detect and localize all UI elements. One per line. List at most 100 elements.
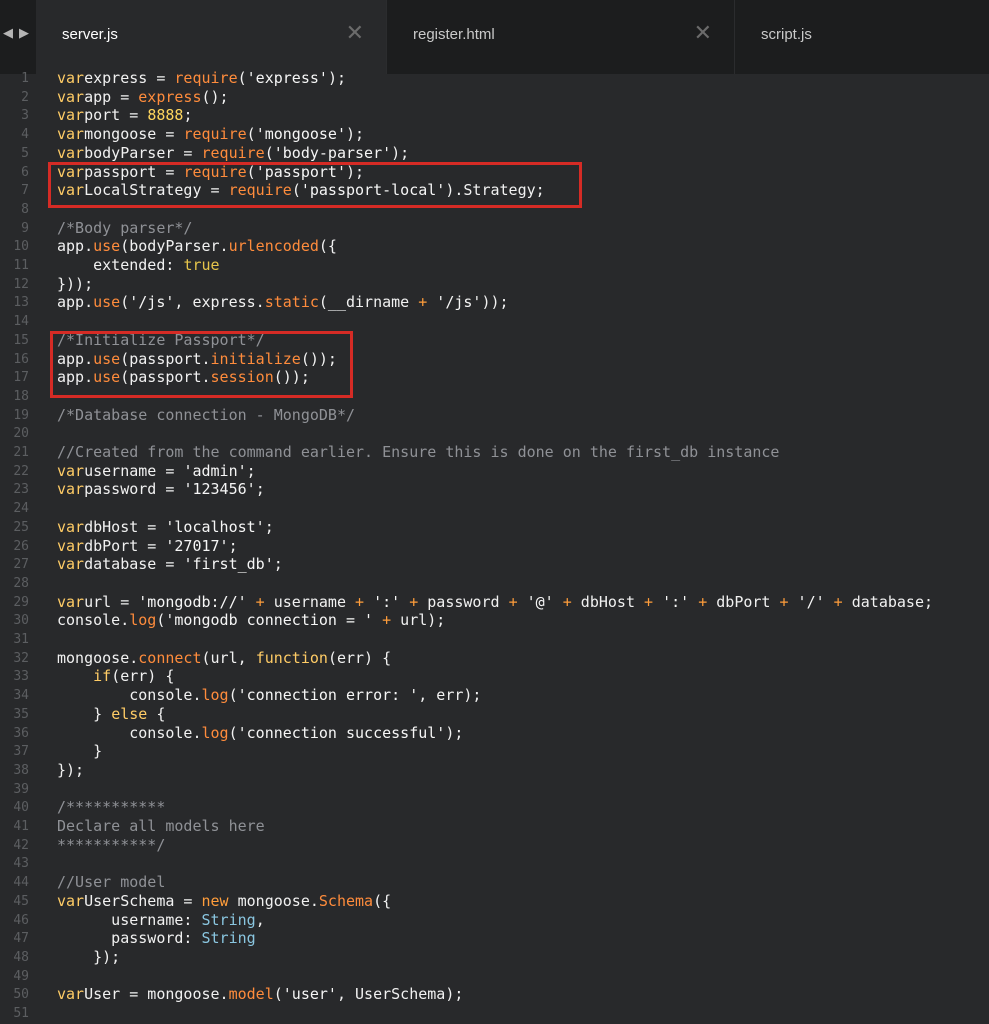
line-number: 40: [13, 800, 29, 816]
code-line[interactable]: 10 app.use(bodyParser.urlencoded({: [0, 237, 989, 256]
code-token: {: [147, 704, 166, 723]
tab-register-html[interactable]: register.html ✕: [386, 0, 734, 74]
close-icon[interactable]: ✕: [694, 23, 712, 45]
code-editor[interactable]: 1 varexpress = require('express'); 2 varapp…: [0, 69, 989, 1024]
code-line[interactable]: 26 vardbPort = '27017';: [0, 537, 989, 556]
line-number: 49: [13, 968, 29, 984]
code-token: database =: [84, 555, 184, 574]
line-number: 32: [13, 650, 29, 666]
code-line[interactable]: 42 ***********/: [0, 836, 989, 855]
code-line[interactable]: 32 mongoose.connect(url, function(err) {: [0, 649, 989, 668]
code-text: varUserSchema = new mongoose.Schema({: [57, 892, 391, 911]
code-token: log: [201, 723, 229, 742]
code-line[interactable]: 29 varurl = 'mongodb://' + username + ':'…: [0, 593, 989, 612]
code-token: username:: [57, 910, 202, 929]
code-line[interactable]: 19 /*Database connection - MongoDB*/: [0, 406, 989, 425]
code-text: app.use(bodyParser.urlencoded({: [57, 237, 337, 256]
code-line[interactable]: 31: [0, 630, 989, 649]
code-text: varusername = 'admin';: [57, 462, 256, 481]
code-token: 'admin': [183, 461, 247, 480]
highlight-box-passport-require: [48, 162, 582, 208]
line-number: 13: [13, 295, 29, 311]
tab-forward-arrow-icon[interactable]: ▶: [16, 26, 32, 41]
code-line[interactable]: 20: [0, 424, 989, 443]
code-line[interactable]: 49: [0, 967, 989, 986]
code-line[interactable]: 1 varexpress = require('express');: [0, 69, 989, 88]
code-line[interactable]: 5 varbodyParser = require('body-parser');: [0, 144, 989, 163]
code-line[interactable]: 30 console.log('mongodb connection = ' + …: [0, 611, 989, 630]
code-token: mongoose =: [84, 125, 184, 144]
code-token: );: [327, 69, 346, 87]
code-line[interactable]: 43: [0, 854, 989, 873]
code-token: 'localhost': [165, 517, 265, 536]
line-number: 42: [13, 837, 29, 853]
code-text: //User model: [57, 873, 165, 892]
code-line[interactable]: 48 });: [0, 948, 989, 967]
code-line[interactable]: 51: [0, 1004, 989, 1023]
code-line[interactable]: 50 varUser = mongoose.model('user', UserS…: [0, 985, 989, 1004]
code-text: } else {: [57, 705, 165, 724]
code-line[interactable]: 13 app.use('/js', express.static(__dirnam…: [0, 293, 989, 312]
code-line[interactable]: 12}));: [0, 275, 989, 294]
code-token: ;: [255, 480, 265, 499]
code-token: app.: [57, 237, 94, 256]
code-text: vardbHost = 'localhost';: [57, 518, 274, 537]
code-line[interactable]: 21 //Created from the command earlier. En…: [0, 443, 989, 462]
code-line[interactable]: 47 password: String: [0, 929, 989, 948]
close-icon[interactable]: ✕: [346, 23, 364, 45]
code-line[interactable]: 33 if(err) {: [0, 667, 989, 686]
code-line[interactable]: 3 varport = 8888;: [0, 106, 989, 125]
line-number: 34: [13, 688, 29, 704]
code-token: ,: [255, 910, 265, 929]
tab-label: script.js: [761, 26, 812, 43]
code-line[interactable]: 37 }: [0, 742, 989, 761]
tab-script-js[interactable]: script.js: [734, 0, 989, 74]
code-line[interactable]: 23 varpassword = '123456';: [0, 480, 989, 499]
code-line[interactable]: 36 console.log('connection successful');: [0, 724, 989, 743]
code-token: password =: [84, 480, 184, 499]
code-token: ({: [318, 237, 337, 256]
code-line[interactable]: 38});: [0, 761, 989, 780]
code-text: console.log('mongodb connection = ' + ur…: [57, 611, 445, 630]
code-line[interactable]: 44 //User model: [0, 873, 989, 892]
code-token: (: [120, 293, 130, 312]
code-line[interactable]: 39: [0, 780, 989, 799]
code-token: String: [201, 910, 256, 929]
code-token: port =: [84, 106, 148, 125]
code-line[interactable]: 46 username: String,: [0, 911, 989, 930]
code-token: new: [201, 891, 229, 910]
code-text: varmongoose = require('mongoose');: [57, 125, 364, 144]
code-line[interactable]: 35 } else {: [0, 705, 989, 724]
code-line[interactable]: 25 vardbHost = 'localhost';: [0, 518, 989, 537]
code-line[interactable]: 24: [0, 499, 989, 518]
code-line[interactable]: 45 varUserSchema = new mongoose.Schema({: [0, 892, 989, 911]
line-number: 38: [13, 762, 29, 778]
code-line[interactable]: 22 varusername = 'admin';: [0, 462, 989, 481]
code-token: ;: [246, 461, 256, 480]
tab-back-arrow-icon[interactable]: ◀: [0, 26, 16, 41]
code-line[interactable]: 14: [0, 312, 989, 331]
line-number: 35: [13, 706, 29, 722]
code-line[interactable]: 9 /*Body parser*/: [0, 219, 989, 238]
code-line[interactable]: 28: [0, 574, 989, 593]
tab-server-js[interactable]: server.js ✕: [36, 0, 386, 74]
code-line[interactable]: 2 varapp = express();: [0, 88, 989, 107]
code-text: extended: true: [57, 256, 219, 275]
line-number: 50: [13, 987, 29, 1003]
code-line[interactable]: 27 vardatabase = 'first_db';: [0, 555, 989, 574]
code-token: (url,: [201, 648, 256, 667]
code-token: +: [644, 592, 654, 611]
code-token: use: [93, 293, 121, 312]
code-text: }));: [57, 275, 93, 294]
code-token: +: [246, 592, 265, 611]
code-line[interactable]: 34 console.log('connection error: ', err…: [0, 686, 989, 705]
code-token: +: [508, 592, 518, 611]
code-line[interactable]: 41 Declare all models here: [0, 817, 989, 836]
code-token: '/js': [427, 293, 482, 312]
code-line[interactable]: 4 varmongoose = require('mongoose');: [0, 125, 989, 144]
code-text: });: [57, 948, 120, 967]
code-token: log: [201, 686, 229, 705]
code-line[interactable]: 40 /***********: [0, 798, 989, 817]
code-line[interactable]: 11 extended: true: [0, 256, 989, 275]
line-number: 28: [13, 575, 29, 591]
